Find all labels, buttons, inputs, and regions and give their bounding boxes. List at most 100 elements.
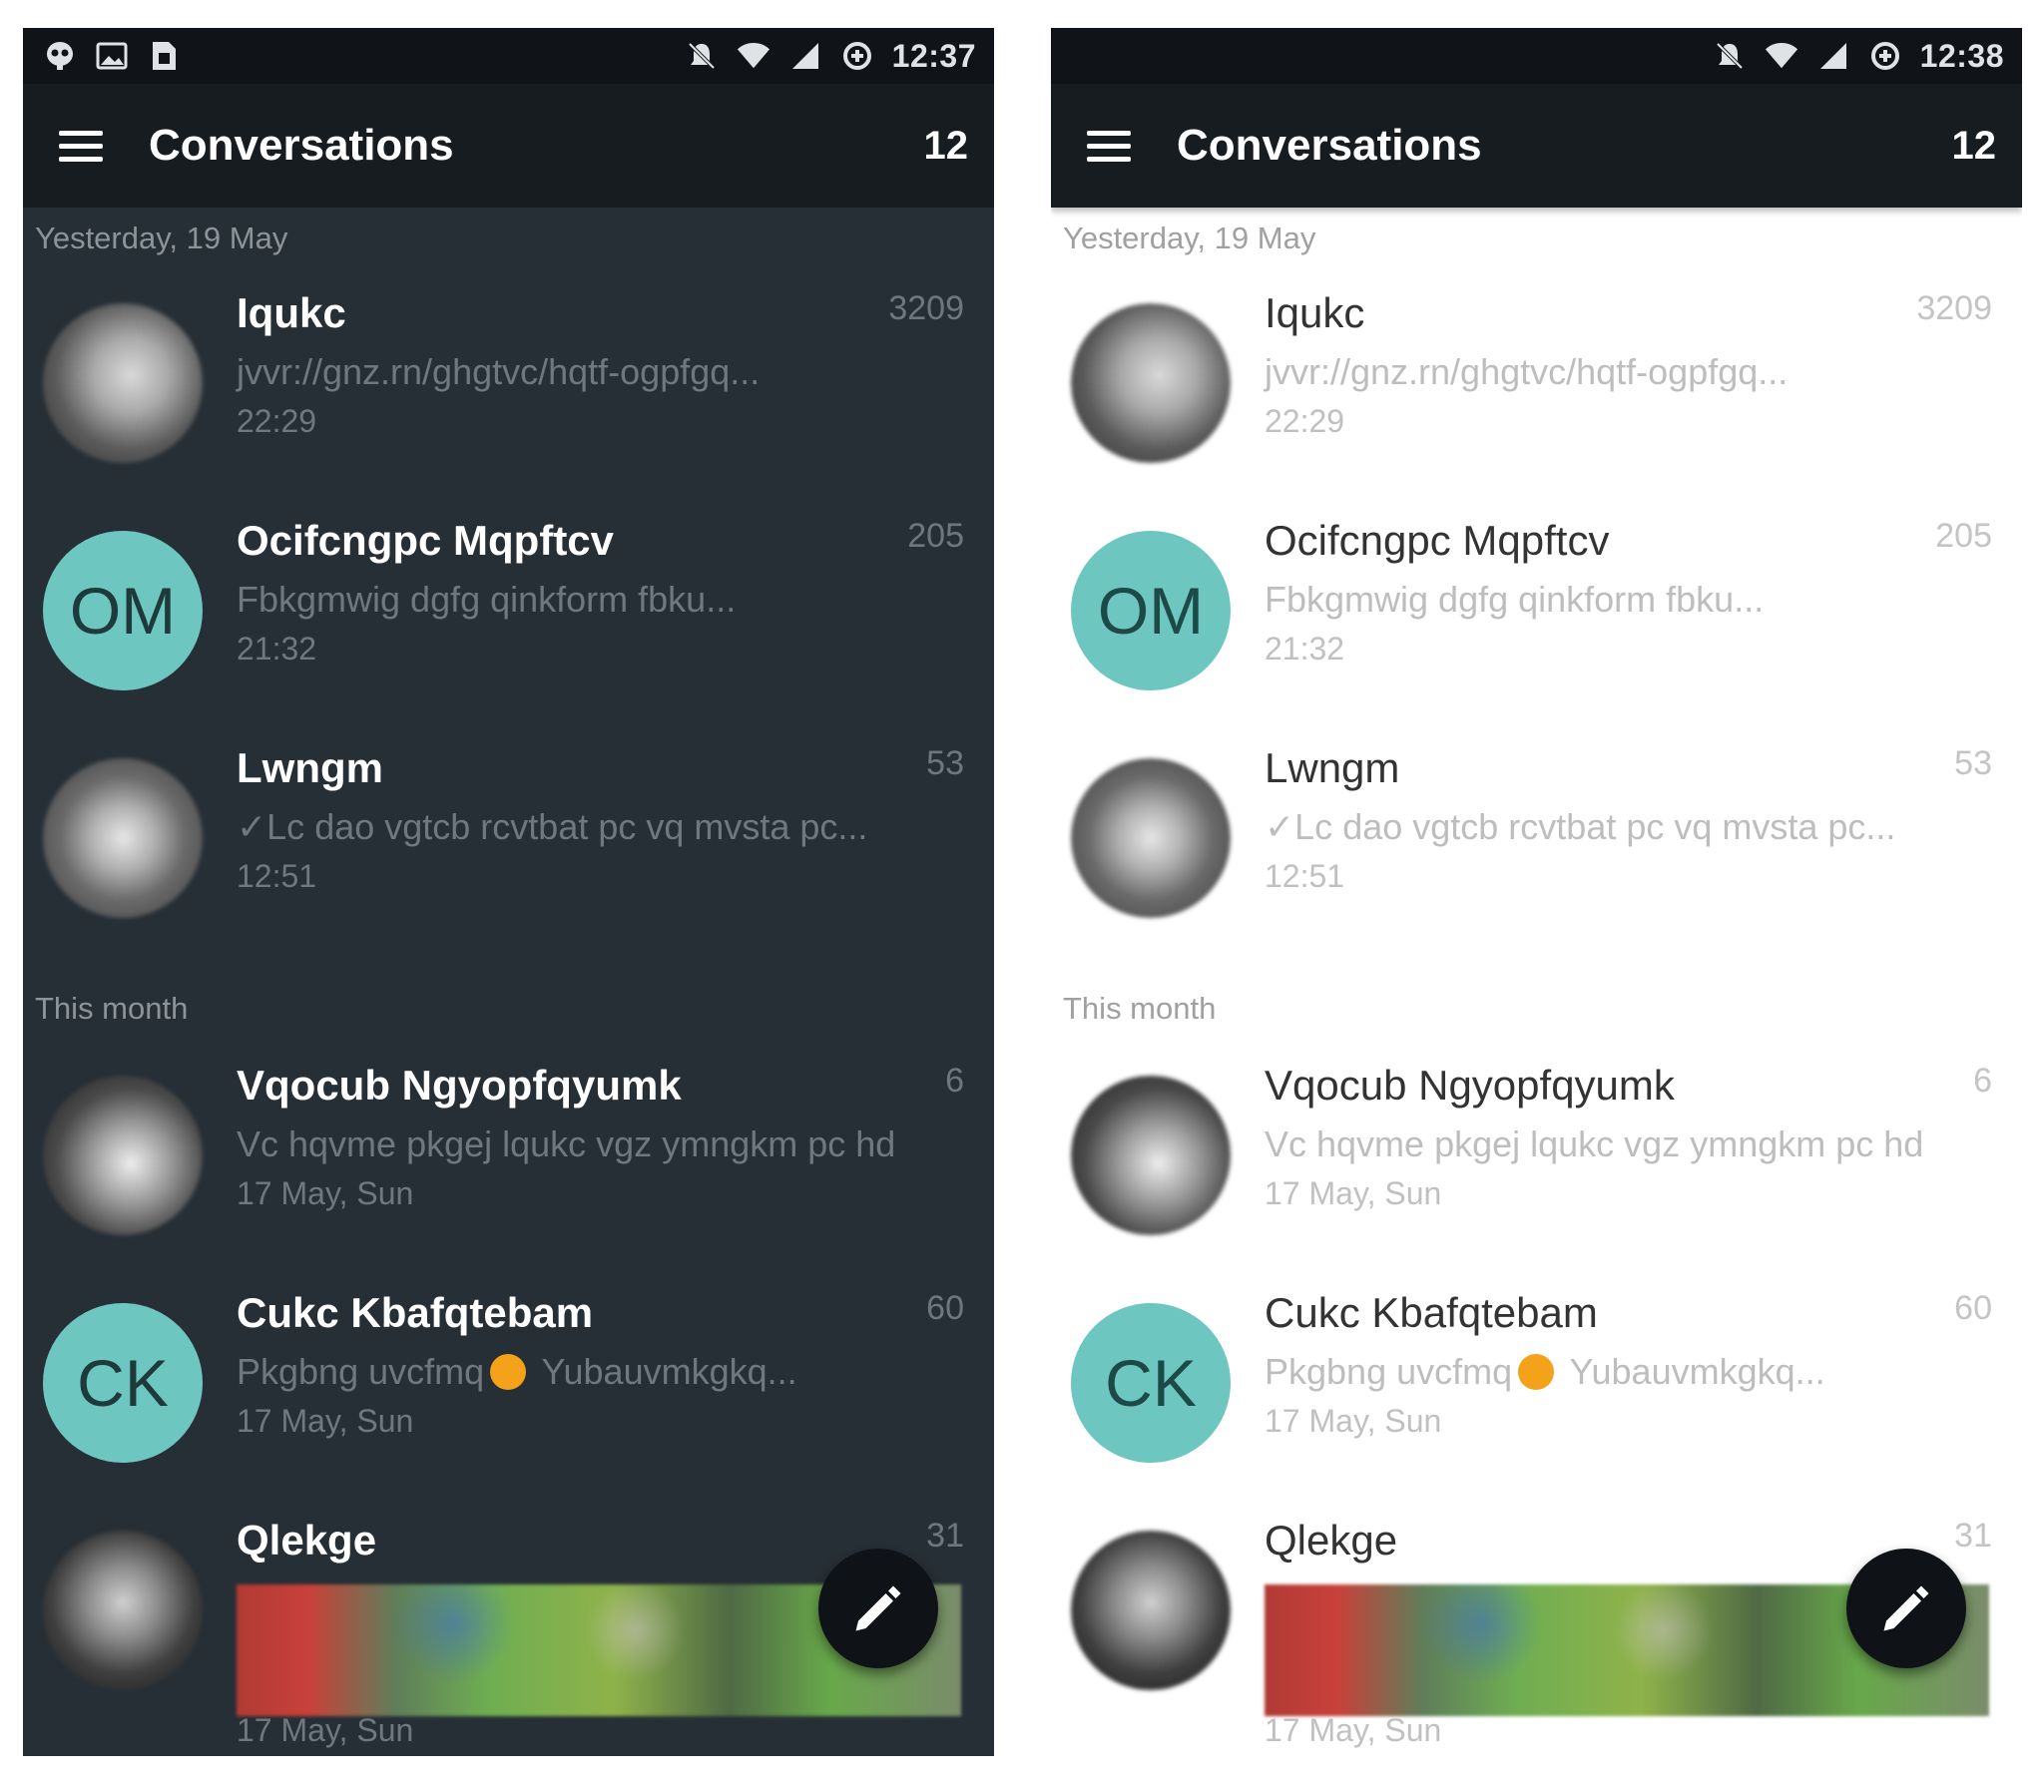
contact-name: Cukc Kbafqtebam [237,1289,594,1336]
message-count: 53 [926,744,964,782]
contact-name: Lwngm [237,744,383,791]
section-header-this-month: This month [1063,991,1217,1026]
avatar [1071,758,1231,918]
avatar [1071,1076,1231,1235]
conversation-item[interactable]: Vqocub Ngyopfqyumk 6 Vc hqvme pkgej lquk… [23,1042,994,1269]
contact-name: Qlekge [237,1517,377,1564]
section-header-this-month: This month [35,991,189,1026]
message-preview: ✓Lc dao vgtcb rcvtbat pc vq mvsta pc... [237,806,868,847]
avatar [43,1531,203,1690]
contact-name: Iqukc [1265,289,1365,336]
message-count: 205 [1935,517,1992,555]
message-count: 6 [945,1062,964,1100]
pencil-icon [1883,1585,1929,1631]
contact-name: Iqukc [237,289,346,336]
emoji-icon [490,1354,527,1391]
data-saver-icon [1868,39,1902,73]
message-time: 22:29 [237,403,317,439]
message-preview: Fbkgmwig dgfg qinkform fbku... [237,579,737,620]
emoji-icon [1518,1354,1555,1391]
signal-icon [788,39,822,73]
message-preview: jvvr://gnz.rn/ghgtvc/hqtf-ogpfgq... [1265,351,1788,392]
avatar: CK [1071,1303,1231,1463]
conversation-item[interactable]: Iqukc 3209 jvvr://gnz.rn/ghgtvc/hqtf-ogp… [23,269,994,497]
message-count: 3209 [1916,289,1992,327]
conversation-item[interactable]: CK Cukc Kbafqtebam 60 Pkgbng uvcfmq Yuba… [1051,1269,2022,1497]
message-count: 205 [907,517,964,555]
page-title: Conversations [149,121,454,170]
message-count: 6 [1973,1062,1992,1100]
message-time: 17 May, Sun [237,1712,414,1748]
image-icon [95,39,129,73]
notifications-off-icon [1713,39,1747,73]
message-time: 17 May, Sun [1265,1403,1442,1439]
conversation-item[interactable]: CK Cukc Kbafqtebam 60 Pkgbng uvcfmq Yuba… [23,1269,994,1497]
status-bar: 12:37 [23,28,994,84]
message-time: 21:32 [237,631,317,667]
contact-name: Lwngm [1265,744,1400,791]
contact-name: Vqocub Ngyopfqyumk [237,1062,682,1109]
avatar [43,758,203,918]
menu-icon[interactable] [59,118,115,174]
sim-icon [147,39,181,73]
avatar: OM [43,531,203,690]
section-header-yesterday: Yesterday, 19 May [1063,221,1316,255]
menu-icon[interactable] [1087,118,1143,174]
conversation-item[interactable]: Vqocub Ngyopfqyumk 6 Vc hqvme pkgej lquk… [1051,1042,2022,1269]
avatar [1071,1531,1231,1690]
message-preview: Vc hqvme pkgej lqukc vgz ymngkm pc hd [1265,1123,1924,1164]
conversation-item[interactable]: OM Ocifcngpc Mqpftcv 205 Fbkgmwig dgfg q… [1051,497,2022,724]
message-count: 31 [1954,1517,1992,1555]
status-time: 12:37 [891,37,976,74]
message-preview: Vc hqvme pkgej lqukc vgz ymngkm pc hd [237,1123,896,1164]
message-time: 21:32 [1265,631,1345,667]
app-bar: Conversations 12 [23,84,994,208]
avatar: OM [1071,531,1231,690]
contact-name: Qlekge [1265,1517,1398,1564]
page-title: Conversations [1177,121,1482,170]
pencil-icon [855,1585,901,1631]
conversation-item[interactable]: OM Ocifcngpc Mqpftcv 205 Fbkgmwig dgfg q… [23,497,994,724]
preview-text: Pkgbng uvcfmq [1265,1351,1513,1392]
message-count: 60 [1954,1289,1992,1327]
message-count: 53 [1954,744,1992,782]
message-count: 60 [926,1289,964,1327]
message-preview: ✓Lc dao vgtcb rcvtbat pc vq mvsta pc... [1265,806,1896,847]
contact-name: Cukc Kbafqtebam [1265,1289,1598,1336]
conversation-item[interactable]: Lwngm 53 ✓Lc dao vgtcb rcvtbat pc vq mvs… [1051,724,2022,952]
signal-icon [1816,39,1850,73]
section-header-yesterday: Yesterday, 19 May [35,221,288,255]
message-preview: Fbkgmwig dgfg qinkform fbku... [1265,579,1765,620]
message-time: 12:51 [237,858,317,894]
message-time: 17 May, Sun [237,1175,414,1211]
conversation-count: 12 [1951,123,1997,168]
contact-name: Ocifcngpc Mqpftcv [1265,517,1610,564]
compose-button[interactable] [818,1549,938,1668]
conversation-item[interactable]: Iqukc 3209 jvvr://gnz.rn/ghgtvc/hqtf-ogp… [1051,269,2022,497]
contact-name: Vqocub Ngyopfqyumk [1265,1062,1675,1109]
notifications-off-icon [685,39,719,73]
message-time: 17 May, Sun [1265,1175,1442,1211]
compose-button[interactable] [1846,1549,1966,1668]
message-time: 17 May, Sun [237,1403,414,1439]
app-bar: Conversations 12 [1051,84,2022,208]
avatar: CK [43,1303,203,1463]
status-time: 12:38 [1919,37,2004,74]
message-preview: Pkgbng uvcfmq Yubauvmkgkq... [1265,1351,1825,1393]
preview-text: Yubauvmkgkq... [532,1351,797,1392]
phone-screen-light: 12:38 Conversations 12 Yesterday, 19 May… [1051,28,2022,1756]
message-count: 3209 [888,289,964,327]
wifi-icon [737,39,770,73]
avatar [43,303,203,463]
avatar [43,1076,203,1235]
message-time: 17 May, Sun [1265,1712,1442,1748]
message-count: 31 [926,1517,964,1555]
preview-text: Pkgbng uvcfmq [237,1351,485,1392]
message-time: 22:29 [1265,403,1345,439]
status-bar: 12:38 [1051,28,2022,84]
avatar [1071,303,1231,463]
data-saver-icon [840,39,874,73]
conversation-item[interactable]: Lwngm 53 ✓Lc dao vgtcb rcvtbat pc vq mvs… [23,724,994,952]
preview-text: Yubauvmkgkq... [1560,1351,1825,1392]
message-time: 12:51 [1265,858,1345,894]
